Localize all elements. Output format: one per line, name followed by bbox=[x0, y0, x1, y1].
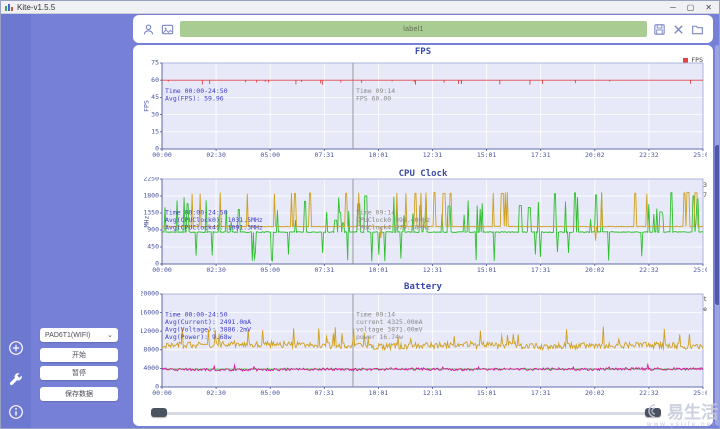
clear-icon[interactable] bbox=[672, 23, 685, 36]
screenshot-icon[interactable] bbox=[161, 23, 174, 36]
slider-track[interactable] bbox=[159, 412, 661, 415]
minimize-button[interactable]: ─ bbox=[670, 2, 676, 13]
battery-chart-canvas[interactable] bbox=[141, 291, 707, 401]
wrench-icon[interactable] bbox=[8, 371, 24, 387]
toolbar: label1 bbox=[133, 15, 713, 43]
window-title: Kite-v1.5.5 bbox=[17, 2, 56, 12]
open-folder-icon[interactable] bbox=[691, 23, 704, 36]
range-slider bbox=[133, 405, 713, 421]
device-select-value: PAD6T1(WIFI) bbox=[45, 331, 91, 339]
pause-button[interactable]: 暂停 bbox=[40, 366, 118, 380]
device-select[interactable]: PAD6T1(WIFI) ⌄ bbox=[40, 328, 118, 342]
start-button[interactable]: 开始 bbox=[40, 348, 118, 362]
maximize-button[interactable]: ▢ bbox=[687, 2, 695, 13]
fps-chart-title: FPS bbox=[414, 47, 432, 57]
user-icon[interactable] bbox=[142, 23, 155, 36]
session-label: label1 bbox=[180, 21, 647, 37]
info-icon[interactable] bbox=[8, 404, 24, 420]
save-icon[interactable] bbox=[653, 23, 666, 36]
save-data-button[interactable]: 保存数据 bbox=[40, 387, 118, 401]
app-window: Kite-v1.5.5 ─ ▢ ✕ PAD6T1(WIFI) ⌄ 开始 暂停 保… bbox=[0, 0, 720, 429]
scrollbar-thumb[interactable] bbox=[715, 145, 719, 305]
close-button[interactable]: ✕ bbox=[705, 2, 712, 13]
v-scrollbar[interactable] bbox=[715, 45, 719, 426]
app-body: PAD6T1(WIFI) ⌄ 开始 暂停 保存数据 label1 FPS CPU… bbox=[1, 14, 719, 428]
window-titlebar: Kite-v1.5.5 ─ ▢ ✕ bbox=[1, 1, 719, 14]
app-icon bbox=[5, 4, 13, 11]
charts-panel: FPS FPS CPU Clock cpu 0-3cpu 4-7 Battery… bbox=[133, 45, 713, 426]
left-rail bbox=[1, 14, 31, 428]
chevron-down-icon: ⌄ bbox=[107, 332, 113, 339]
slider-handle-right[interactable] bbox=[645, 408, 661, 417]
fps-chart-canvas[interactable] bbox=[141, 57, 707, 163]
cpu-chart-canvas[interactable] bbox=[141, 177, 707, 277]
add-icon[interactable] bbox=[8, 340, 24, 356]
slider-handle-left[interactable] bbox=[151, 408, 167, 417]
